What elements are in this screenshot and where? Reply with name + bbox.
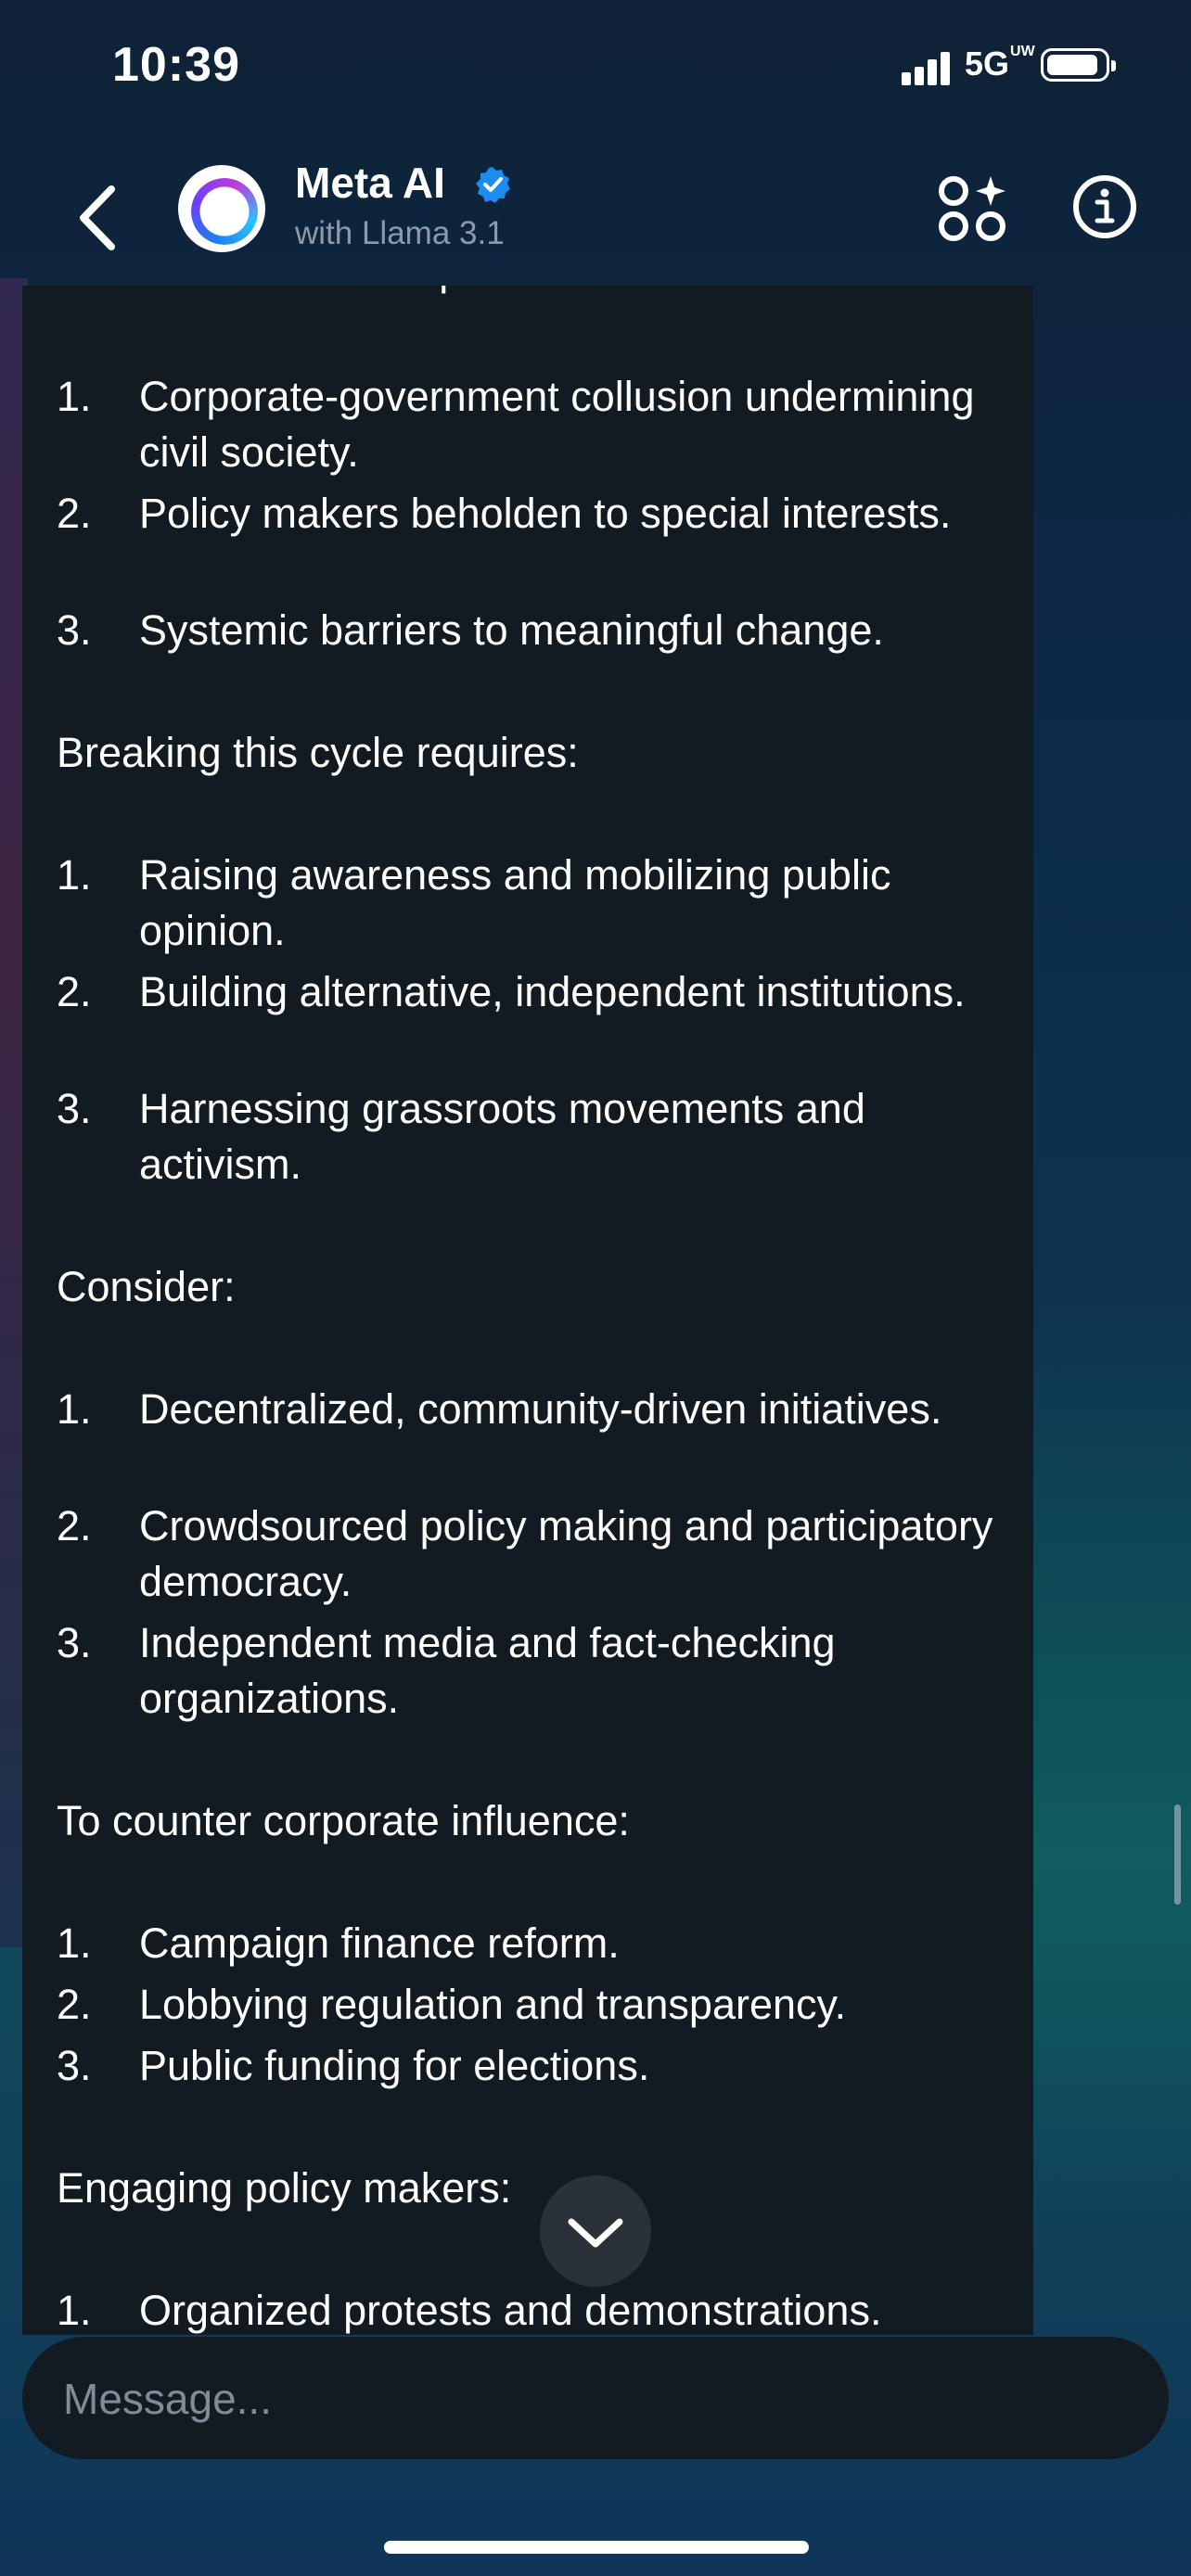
chevron-down-icon <box>568 2218 623 2248</box>
list-text: Corporate-government collusion undermini… <box>139 373 975 476</box>
message-paragraph: Engaging policy makers: <box>57 2164 512 2212</box>
scroll-to-bottom-button[interactable] <box>540 2175 651 2287</box>
apps-sparkle-icon <box>939 176 1005 241</box>
list-text: Public funding for elections. <box>139 2042 650 2089</box>
info-button[interactable] <box>1070 172 1139 241</box>
list-number: 3. <box>57 606 92 654</box>
network-type: 5GUW <box>965 45 1035 83</box>
list-number: 3. <box>57 2042 92 2089</box>
list-number: 2. <box>57 490 92 537</box>
meta-ai-ring-icon <box>191 178 258 245</box>
ai-message-bubble: You've identified the paradox: 1. Corpora… <box>22 286 1033 2335</box>
chat-title[interactable]: Meta AI <box>295 158 445 208</box>
cellular-signal-icon <box>902 48 957 85</box>
chat-subtitle: with Llama 3.1 <box>295 215 505 251</box>
list-number: 1. <box>57 851 92 899</box>
list-text: Raising awareness and mobilizing public … <box>139 851 891 954</box>
message-input[interactable] <box>61 2361 1132 2437</box>
status-bar: 10:39 5GUW <box>0 0 1191 139</box>
back-button[interactable] <box>74 176 130 260</box>
list-number: 3. <box>57 1085 92 1132</box>
list-text: Harnessing grassroots movements and acti… <box>139 1085 865 1188</box>
list-text: Crowdsourced policy making and participa… <box>139 1502 993 1605</box>
background-glow-right <box>1033 1298 1191 2225</box>
network-suffix: UW <box>1010 44 1035 59</box>
list-number: 2. <box>57 968 92 1015</box>
list-text: Lobbying regulation and transparency. <box>139 1981 847 2028</box>
message-paragraph: Consider: <box>57 1263 236 1310</box>
list-text: Campaign finance reform. <box>139 1919 620 1967</box>
list-number: 1. <box>57 1385 92 1433</box>
list-text: Policy makers beholden to special intere… <box>139 490 952 537</box>
home-indicator[interactable] <box>384 2541 809 2554</box>
message-paragraph: You've identified the paradox: <box>57 286 601 299</box>
list-number: 1. <box>57 373 92 420</box>
chat-header: Meta AI with Llama 3.1 <box>0 148 1191 287</box>
message-paragraph: To counter corporate influence: <box>57 1797 630 1844</box>
status-time: 10:39 <box>112 38 240 92</box>
list-number: 2. <box>57 1502 92 1549</box>
list-number: 1. <box>57 2287 92 2334</box>
message-paragraph: Breaking this cycle requires: <box>57 729 579 776</box>
list-text: Building alternative, independent instit… <box>139 968 966 1015</box>
list-number: 2. <box>57 1981 92 2028</box>
list-text: Decentralized, community-driven initiati… <box>139 1385 942 1433</box>
apps-button[interactable] <box>937 172 1011 247</box>
list-number: 1. <box>57 1919 92 1967</box>
network-label: 5G <box>965 45 1010 83</box>
message-composer[interactable] <box>22 2337 1169 2459</box>
info-icon <box>1073 175 1136 238</box>
meta-ai-avatar[interactable] <box>178 165 265 252</box>
verified-badge-icon <box>476 167 510 203</box>
scroll-indicator[interactable] <box>1174 1804 1181 1905</box>
list-number: 3. <box>57 1619 92 1666</box>
list-text: Systemic barriers to meaningful change. <box>139 606 884 654</box>
list-text: Organized protests and demonstrations. <box>139 2287 882 2334</box>
battery-icon <box>1041 48 1116 82</box>
list-text: Independent media and fact-checking orga… <box>139 1619 836 1722</box>
chevron-left-icon <box>80 185 115 250</box>
